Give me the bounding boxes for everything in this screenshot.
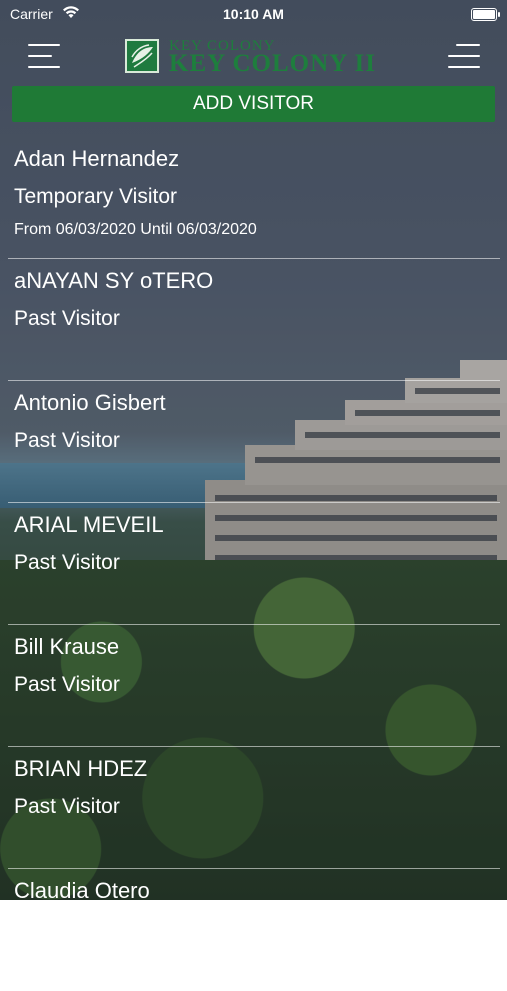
visitor-type: Temporary Visitor	[14, 185, 177, 208]
visitor-type: Past Visitor	[14, 795, 120, 818]
hamburger-menu-button[interactable]	[28, 44, 60, 68]
visitor-type: Past Visitor	[14, 307, 120, 330]
clock-time: 10:10 AM	[223, 6, 284, 22]
visitor-row[interactable]: Claudia Otero	[8, 869, 500, 991]
visitor-name: Bill Krause	[14, 634, 120, 659]
visitor-row[interactable]: ARIAL MEVEIL Past Visitor	[8, 503, 500, 625]
status-bar: Carrier 10:10 AM	[0, 0, 507, 28]
add-visitor-button[interactable]: ADD VISITOR	[12, 86, 495, 122]
visitor-row[interactable]: Adan Hernandez Temporary Visitor From 06…	[8, 137, 500, 259]
visitor-list: Adan Hernandez Temporary Visitor From 06…	[0, 137, 507, 991]
app-header: KEY COLONY KEY COLONY II	[0, 30, 507, 82]
visitor-name: Antonio Gisbert	[14, 390, 166, 415]
battery-icon	[471, 8, 500, 21]
visitor-type: Past Visitor	[14, 429, 120, 452]
visitor-dates: From 06/03/2020 Until 06/03/2020	[14, 221, 257, 238]
leaf-logo-icon	[125, 39, 159, 73]
visitor-row[interactable]: Antonio Gisbert Past Visitor	[8, 381, 500, 503]
key-colony-logo: KEY COLONY KEY COLONY II	[125, 36, 390, 77]
visitor-type: Past Visitor	[14, 551, 120, 574]
visitor-name: BRIAN HDEZ	[14, 756, 148, 781]
visitor-name: ARIAL MEVEIL	[14, 512, 164, 537]
logo-line-2: KEY COLONY II	[169, 50, 377, 77]
options-menu-button[interactable]	[448, 44, 480, 68]
visitor-row[interactable]: BRIAN HDEZ Past Visitor	[8, 747, 500, 869]
visitor-name: Adan Hernandez	[14, 146, 180, 171]
visitor-row[interactable]: aNAYAN SY oTERO Past Visitor	[8, 259, 500, 381]
visitor-type: Past Visitor	[14, 673, 120, 696]
visitor-row[interactable]: Bill Krause Past Visitor	[8, 625, 500, 747]
visitor-name: aNAYAN SY oTERO	[14, 268, 214, 293]
visitor-name: Claudia Otero	[14, 878, 150, 903]
